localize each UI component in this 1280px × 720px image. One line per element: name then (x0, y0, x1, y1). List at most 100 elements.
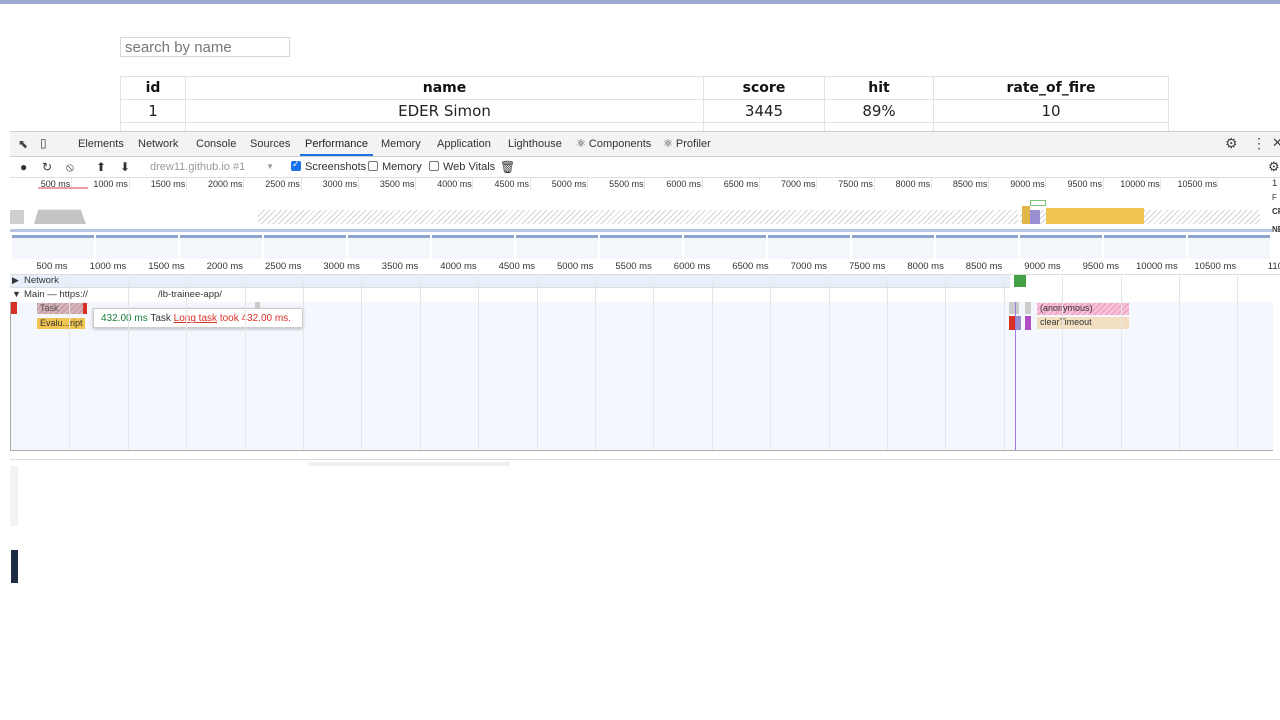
scroll-marker (11, 550, 18, 583)
memory-checkbox[interactable] (368, 161, 378, 171)
cpu-overview[interactable] (10, 206, 1272, 224)
evaluate-script-block[interactable]: Evalu...ript (37, 318, 85, 329)
settings-gear-icon[interactable]: ⚙ (1225, 136, 1238, 150)
tab-sources[interactable]: Sources (250, 132, 290, 156)
long-task-block[interactable]: Task (37, 303, 87, 314)
screenshot-frame[interactable] (1188, 235, 1270, 259)
devtools-tab-bar: ⬉ ▯ Elements Network Console Sources Per… (10, 132, 1280, 157)
search-input[interactable] (120, 37, 290, 57)
tab-performance[interactable]: Performance (300, 132, 373, 156)
overview-tick-line (472, 178, 474, 190)
timeline-ruler[interactable]: 500 ms 1000 ms 1500 ms 2000 ms 2500 ms 3000 m… (10, 260, 1280, 275)
tab-application[interactable]: Application (437, 132, 491, 156)
overview-tick-line (587, 178, 588, 190)
overview-tick-label: 10000 ms (1120, 179, 1160, 189)
record-icon[interactable]: ● (20, 157, 27, 177)
timeline-tick-label: 4000 ms (440, 261, 477, 272)
screenshot-frame[interactable] (348, 235, 430, 259)
overview-tick-label: 6500 ms (723, 179, 759, 189)
screenshots-checkbox[interactable] (291, 159, 301, 171)
overview-tick-line (415, 178, 417, 190)
tab-profiler[interactable]: ⚛ Profiler (663, 132, 711, 156)
timeline-grid-line (244, 274, 246, 450)
collect-garbage-icon[interactable]: 🗑 (500, 157, 515, 177)
overview-tick-label: 1000 ms (93, 179, 128, 189)
fps-marker (1030, 200, 1046, 206)
overview-red-marker (38, 187, 88, 189)
table-header-row: id name score hit rate_of_fire (120, 76, 1169, 100)
timeline-tick-label: 2500 ms (265, 261, 302, 272)
overview-tick-label: 7000 ms (781, 179, 816, 189)
main-track-label: Main — https:// (24, 289, 88, 300)
timeline-tick-label: 10500 ms (1194, 261, 1237, 272)
overview-tick-label: 4000 ms (437, 179, 472, 189)
close-devtools-icon[interactable]: ✕ (1272, 136, 1280, 150)
timeline-grid-line (69, 274, 71, 450)
column-header-rate-of-fire[interactable]: rate_of_fire (933, 76, 1169, 100)
screenshot-filmstrip[interactable] (10, 232, 1272, 260)
anonymous-function-block[interactable]: (anonymous) (1037, 303, 1129, 315)
capture-settings-icon[interactable]: ⚙ (1268, 157, 1280, 177)
screenshot-frame[interactable] (1020, 235, 1102, 259)
inspect-element-icon[interactable]: ⬉ (18, 137, 28, 151)
tab-console[interactable]: Console (196, 132, 236, 156)
overview-tick-label: 1500 ms (150, 179, 186, 189)
screenshot-frame[interactable] (600, 235, 682, 259)
network-track-toggle-icon: ▶ (12, 275, 19, 285)
screenshot-frame[interactable] (936, 235, 1018, 259)
screenshot-frame[interactable] (1104, 235, 1186, 259)
long-task-link[interactable]: Long task (174, 313, 217, 324)
timeline-tick-label: 3500 ms (381, 261, 419, 272)
clear-timeout-block[interactable]: clearTimeout (1037, 317, 1129, 329)
overview-tick-line (1045, 178, 1047, 190)
web-vitals-checkbox[interactable] (429, 161, 439, 171)
timeline-marker-line (1015, 302, 1016, 450)
column-header-hit[interactable]: hit (824, 76, 934, 100)
tab-components-label: Components (588, 138, 652, 150)
screenshot-frame[interactable] (180, 235, 262, 259)
download-profile-icon[interactable]: ⬇ (120, 157, 130, 177)
overview-tick-label: 7500 ms (838, 179, 873, 189)
column-header-name[interactable]: name (185, 76, 704, 100)
recording-select[interactable]: drew11.github.io #1 ▼ (150, 157, 274, 177)
overview-tick-line (300, 178, 302, 190)
timeline-grid-line (1179, 274, 1180, 450)
overview-tick-label: 8000 ms (895, 179, 931, 189)
screenshot-frame[interactable] (12, 235, 94, 259)
timeline-tick-label: 9000 ms (1024, 261, 1061, 272)
timeline-tick-label: 10000 ms (1136, 261, 1178, 272)
overview-tick-line (128, 178, 130, 190)
cpu-script-block (1046, 208, 1144, 224)
timeline-grid-line (653, 274, 655, 450)
tab-network[interactable]: Network (138, 132, 178, 156)
tab-elements[interactable]: Elements (78, 132, 124, 156)
timeline-grid-line (1237, 274, 1239, 450)
screenshot-frame[interactable] (96, 235, 178, 259)
overview-tick-label: 10500 ms (1177, 179, 1218, 189)
screenshot-frame[interactable] (516, 235, 598, 259)
overview-tick-label: 9500 ms (1067, 179, 1103, 189)
screenshot-frame[interactable] (264, 235, 346, 259)
screenshot-frame[interactable] (768, 235, 850, 259)
screenshot-frame[interactable] (684, 235, 766, 259)
reload-record-icon[interactable]: ↻ (42, 157, 52, 177)
timeline-tick-label: 7500 ms (849, 261, 886, 272)
tab-memory[interactable]: Memory (381, 132, 421, 156)
overview-ruler[interactable]: 1 500 ms 1000 ms 1500 ms 2000 ms 2500 ms 3000… (10, 178, 1280, 192)
tab-components[interactable]: ⚛ Components (576, 132, 651, 156)
screenshot-frame[interactable] (852, 235, 934, 259)
more-options-icon[interactable]: ⋮ (1252, 136, 1266, 150)
main-thread-track-header[interactable]: ▼ Main — https:// /lb-trainee-app/ (10, 289, 1272, 301)
column-header-id[interactable]: id (120, 76, 186, 100)
timeline-tick-label: 4500 ms (498, 261, 536, 272)
network-track[interactable]: ▶ Network (10, 275, 1010, 288)
device-toolbar-icon[interactable]: ▯ (40, 136, 47, 150)
clear-icon[interactable]: ⦸ (66, 157, 74, 177)
overview-tick-line (1160, 178, 1161, 190)
column-header-score[interactable]: score (703, 76, 825, 100)
details-pane-divider (10, 459, 1280, 460)
timeline-tick-label: 9500 ms (1082, 261, 1120, 272)
screenshot-frame[interactable] (432, 235, 514, 259)
tab-lighthouse[interactable]: Lighthouse (508, 132, 562, 156)
upload-profile-icon[interactable]: ⬆ (96, 157, 106, 177)
